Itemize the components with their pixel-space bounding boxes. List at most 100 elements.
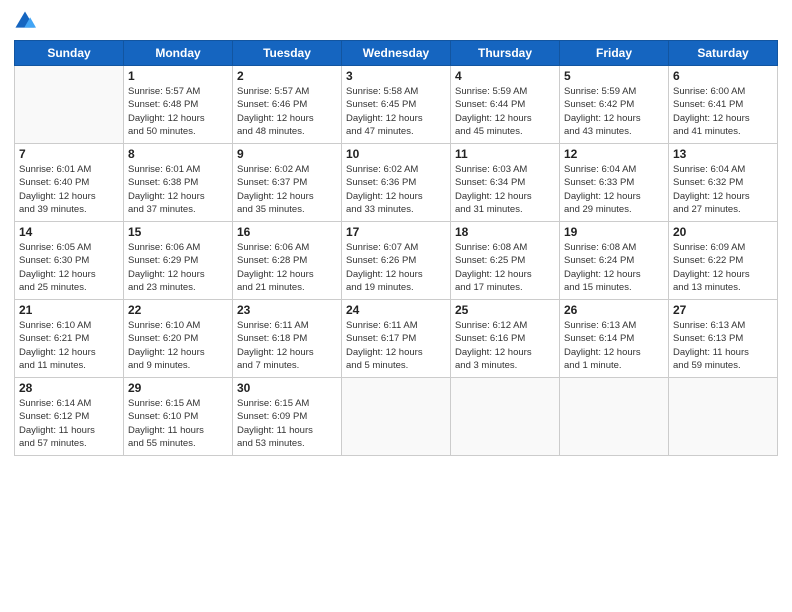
day-info: Sunrise: 6:10 AM Sunset: 6:20 PM Dayligh…	[128, 319, 228, 372]
day-number: 12	[564, 147, 664, 161]
day-number: 21	[19, 303, 119, 317]
calendar-cell: 12 Sunrise: 6:04 AM Sunset: 6:33 PM Dayli…	[560, 144, 669, 222]
calendar-cell: 2 Sunrise: 5:57 AM Sunset: 6:46 PM Daylig…	[233, 66, 342, 144]
calendar-cell: 28 Sunrise: 6:14 AM Sunset: 6:12 PM Dayli…	[15, 378, 124, 456]
day-info: Sunrise: 6:12 AM Sunset: 6:16 PM Dayligh…	[455, 319, 555, 372]
day-info: Sunrise: 6:06 AM Sunset: 6:29 PM Dayligh…	[128, 241, 228, 294]
day-info: Sunrise: 5:59 AM Sunset: 6:42 PM Dayligh…	[564, 85, 664, 138]
day-number: 27	[673, 303, 773, 317]
day-info: Sunrise: 6:13 AM Sunset: 6:13 PM Dayligh…	[673, 319, 773, 372]
calendar-cell: 7 Sunrise: 6:01 AM Sunset: 6:40 PM Daylig…	[15, 144, 124, 222]
day-number: 5	[564, 69, 664, 83]
day-number: 2	[237, 69, 337, 83]
calendar-cell: 3 Sunrise: 5:58 AM Sunset: 6:45 PM Daylig…	[342, 66, 451, 144]
day-number: 25	[455, 303, 555, 317]
day-number: 10	[346, 147, 446, 161]
calendar-cell: 27 Sunrise: 6:13 AM Sunset: 6:13 PM Dayli…	[669, 300, 778, 378]
day-info: Sunrise: 5:57 AM Sunset: 6:48 PM Dayligh…	[128, 85, 228, 138]
calendar-cell: 22 Sunrise: 6:10 AM Sunset: 6:20 PM Dayli…	[124, 300, 233, 378]
calendar-cell	[342, 378, 451, 456]
day-header-monday: Monday	[124, 41, 233, 66]
day-header-saturday: Saturday	[669, 41, 778, 66]
week-row-4: 28 Sunrise: 6:14 AM Sunset: 6:12 PM Dayli…	[15, 378, 778, 456]
day-number: 7	[19, 147, 119, 161]
calendar-cell: 11 Sunrise: 6:03 AM Sunset: 6:34 PM Dayli…	[451, 144, 560, 222]
day-number: 16	[237, 225, 337, 239]
calendar-cell: 1 Sunrise: 5:57 AM Sunset: 6:48 PM Daylig…	[124, 66, 233, 144]
calendar-cell: 17 Sunrise: 6:07 AM Sunset: 6:26 PM Dayli…	[342, 222, 451, 300]
day-info: Sunrise: 6:00 AM Sunset: 6:41 PM Dayligh…	[673, 85, 773, 138]
calendar-cell: 19 Sunrise: 6:08 AM Sunset: 6:24 PM Dayli…	[560, 222, 669, 300]
day-number: 8	[128, 147, 228, 161]
calendar-cell: 9 Sunrise: 6:02 AM Sunset: 6:37 PM Daylig…	[233, 144, 342, 222]
day-info: Sunrise: 6:14 AM Sunset: 6:12 PM Dayligh…	[19, 397, 119, 450]
calendar-cell: 23Sunrise: 6:11 AM Sunset: 6:18 PM Dayli…	[233, 300, 342, 378]
day-number: 17	[346, 225, 446, 239]
day-header-friday: Friday	[560, 41, 669, 66]
calendar-cell: 29 Sunrise: 6:15 AM Sunset: 6:10 PM Dayli…	[124, 378, 233, 456]
day-info: Sunrise: 6:04 AM Sunset: 6:33 PM Dayligh…	[564, 163, 664, 216]
calendar-cell: 24 Sunrise: 6:11 AM Sunset: 6:17 PM Dayli…	[342, 300, 451, 378]
calendar-cell	[15, 66, 124, 144]
calendar-cell: 26 Sunrise: 6:13 AM Sunset: 6:14 PM Dayli…	[560, 300, 669, 378]
day-info: Sunrise: 5:57 AM Sunset: 6:46 PM Dayligh…	[237, 85, 337, 138]
day-info: Sunrise: 6:06 AM Sunset: 6:28 PM Dayligh…	[237, 241, 337, 294]
calendar-cell: 21Sunrise: 6:10 AM Sunset: 6:21 PM Dayli…	[15, 300, 124, 378]
calendar-cell: 8 Sunrise: 6:01 AM Sunset: 6:38 PM Daylig…	[124, 144, 233, 222]
day-number: 11	[455, 147, 555, 161]
day-info: Sunrise: 6:02 AM Sunset: 6:37 PM Dayligh…	[237, 163, 337, 216]
day-number: 22	[128, 303, 228, 317]
day-number: 3	[346, 69, 446, 83]
day-number: 20	[673, 225, 773, 239]
day-number: 29	[128, 381, 228, 395]
calendar-cell: 30Sunrise: 6:15 AM Sunset: 6:09 PM Dayli…	[233, 378, 342, 456]
day-number: 15	[128, 225, 228, 239]
calendar-cell: 13 Sunrise: 6:04 AM Sunset: 6:32 PM Dayli…	[669, 144, 778, 222]
day-header-wednesday: Wednesday	[342, 41, 451, 66]
day-info: Sunrise: 5:58 AM Sunset: 6:45 PM Dayligh…	[346, 85, 446, 138]
day-info: Sunrise: 6:13 AM Sunset: 6:14 PM Dayligh…	[564, 319, 664, 372]
calendar-cell: 16 Sunrise: 6:06 AM Sunset: 6:28 PM Dayli…	[233, 222, 342, 300]
day-info: Sunrise: 6:15 AM Sunset: 6:09 PM Dayligh…	[237, 397, 337, 450]
calendar-cell: 14 Sunrise: 6:05 AM Sunset: 6:30 PM Dayli…	[15, 222, 124, 300]
day-info: Sunrise: 6:11 AM Sunset: 6:17 PM Dayligh…	[346, 319, 446, 372]
day-number: 6	[673, 69, 773, 83]
day-info: Sunrise: 6:02 AM Sunset: 6:36 PM Dayligh…	[346, 163, 446, 216]
calendar-cell: 6 Sunrise: 6:00 AM Sunset: 6:41 PM Daylig…	[669, 66, 778, 144]
day-info: Sunrise: 6:05 AM Sunset: 6:30 PM Dayligh…	[19, 241, 119, 294]
header	[14, 10, 778, 32]
day-number: 19	[564, 225, 664, 239]
day-number: 4	[455, 69, 555, 83]
day-info: Sunrise: 6:11 AM Sunset: 6:18 PM Dayligh…	[237, 319, 337, 372]
header-row: SundayMondayTuesdayWednesdayThursdayFrid…	[15, 41, 778, 66]
day-info: Sunrise: 6:01 AM Sunset: 6:38 PM Dayligh…	[128, 163, 228, 216]
day-info: Sunrise: 6:04 AM Sunset: 6:32 PM Dayligh…	[673, 163, 773, 216]
week-row-1: 7 Sunrise: 6:01 AM Sunset: 6:40 PM Daylig…	[15, 144, 778, 222]
day-number: 13	[673, 147, 773, 161]
day-number: 14	[19, 225, 119, 239]
calendar-cell: 10 Sunrise: 6:02 AM Sunset: 6:36 PM Dayli…	[342, 144, 451, 222]
day-header-tuesday: Tuesday	[233, 41, 342, 66]
logo	[14, 10, 40, 32]
calendar-table: SundayMondayTuesdayWednesdayThursdayFrid…	[14, 40, 778, 456]
day-info: Sunrise: 6:03 AM Sunset: 6:34 PM Dayligh…	[455, 163, 555, 216]
calendar-cell: 18 Sunrise: 6:08 AM Sunset: 6:25 PM Dayli…	[451, 222, 560, 300]
calendar-cell	[669, 378, 778, 456]
day-info: Sunrise: 6:09 AM Sunset: 6:22 PM Dayligh…	[673, 241, 773, 294]
day-info: Sunrise: 6:07 AM Sunset: 6:26 PM Dayligh…	[346, 241, 446, 294]
day-number: 9	[237, 147, 337, 161]
day-number: 24	[346, 303, 446, 317]
day-number: 26	[564, 303, 664, 317]
calendar-cell: 15 Sunrise: 6:06 AM Sunset: 6:29 PM Dayli…	[124, 222, 233, 300]
week-row-0: 1 Sunrise: 5:57 AM Sunset: 6:48 PM Daylig…	[15, 66, 778, 144]
calendar-cell: 20 Sunrise: 6:09 AM Sunset: 6:22 PM Dayli…	[669, 222, 778, 300]
day-number: 18	[455, 225, 555, 239]
day-info: Sunrise: 6:08 AM Sunset: 6:25 PM Dayligh…	[455, 241, 555, 294]
logo-icon	[14, 10, 36, 32]
day-info: Sunrise: 6:15 AM Sunset: 6:10 PM Dayligh…	[128, 397, 228, 450]
day-number: 28	[19, 381, 119, 395]
day-number: 1	[128, 69, 228, 83]
day-info: Sunrise: 6:08 AM Sunset: 6:24 PM Dayligh…	[564, 241, 664, 294]
week-row-2: 14 Sunrise: 6:05 AM Sunset: 6:30 PM Dayli…	[15, 222, 778, 300]
day-info: Sunrise: 6:01 AM Sunset: 6:40 PM Dayligh…	[19, 163, 119, 216]
